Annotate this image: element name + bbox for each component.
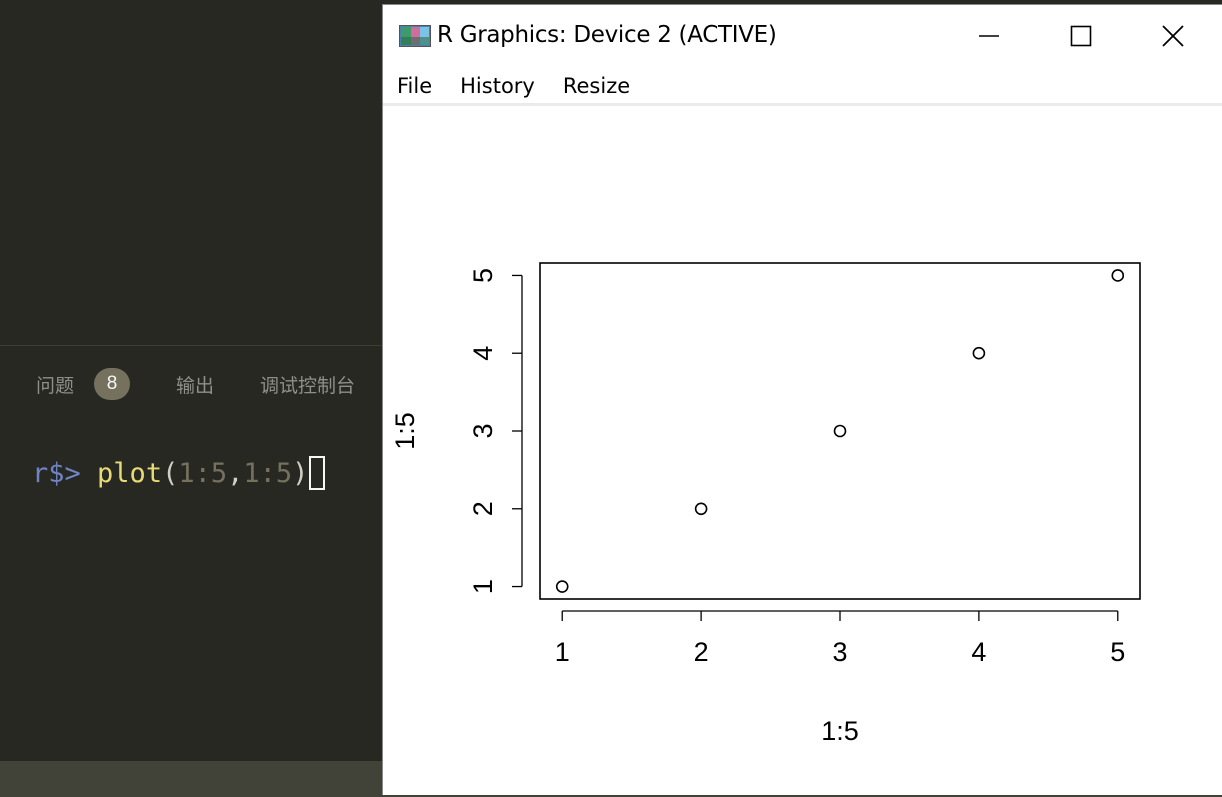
data-point [833, 424, 847, 438]
x-tick-label: 1 [555, 637, 570, 667]
data-point [1111, 269, 1125, 282]
close-button[interactable] [1127, 5, 1219, 67]
terminal-comma: , [227, 457, 244, 489]
menu-file[interactable]: File [383, 74, 446, 98]
minimize-icon [979, 35, 999, 37]
terminal-input-line[interactable]: r$> plot(1:5, 1:5) [32, 454, 326, 492]
tab-problems[interactable]: 问题 8 [36, 368, 131, 400]
data-point [694, 502, 708, 516]
terminal-close-paren: ) [292, 457, 309, 489]
tab-output[interactable]: 输出 [176, 371, 214, 398]
terminal-open-paren: ( [162, 457, 179, 489]
tab-debug-console[interactable]: 调试控制台 [260, 371, 355, 398]
y-tick-label: 2 [468, 501, 498, 516]
window-title: R Graphics: Device 2 (ACTIVE) [437, 22, 777, 48]
tab-problems-label: 问题 [36, 375, 75, 397]
close-icon [1162, 25, 1184, 47]
tab-output-label: 输出 [176, 375, 215, 397]
y-tick-label: 5 [468, 268, 498, 283]
terminal-command: plot [97, 457, 163, 489]
maximize-icon [1070, 25, 1092, 47]
data-point [555, 580, 569, 593]
menu-history[interactable]: History [446, 74, 549, 98]
terminal-prompt: r$> [32, 457, 81, 489]
y-tick-label: 3 [468, 423, 498, 438]
r-graphics-app-icon [399, 25, 431, 47]
y-tick-label: 4 [468, 346, 498, 361]
x-tick-label: 3 [832, 637, 847, 667]
y-axis-label: 1:5 [390, 412, 420, 450]
y-tick-label: 1 [468, 579, 498, 594]
x-tick-label: 5 [1110, 637, 1125, 667]
window-title-bar[interactable]: R Graphics: Device 2 (ACTIVE) [383, 5, 1222, 67]
plot-area: 1 2 3 4 5 1:5 1 2 3 4 5 1:5 [383, 106, 1221, 794]
maximize-button[interactable] [1035, 5, 1127, 67]
data-point [972, 346, 986, 360]
minimize-button[interactable] [943, 5, 1035, 67]
x-tick-label: 4 [971, 637, 986, 667]
terminal-arg-1: 1:5 [178, 457, 228, 489]
r-graphics-window: R Graphics: Device 2 (ACTIVE) File Histo… [382, 4, 1222, 795]
menu-bar: File History Resize [383, 67, 1222, 105]
scatter-plot: 1 2 3 4 5 1:5 1 2 3 4 5 1:5 [390, 262, 1141, 746]
problems-count-badge: 8 [94, 368, 131, 400]
menu-resize[interactable]: Resize [549, 74, 644, 98]
text-cursor [309, 456, 326, 490]
panel-tabs: 问题 8 输出 调试控制台 [36, 368, 401, 400]
x-tick-label: 2 [694, 637, 709, 667]
tab-debug-console-label: 调试控制台 [260, 375, 356, 397]
x-axis-label: 1:5 [821, 716, 859, 746]
terminal-arg-2: 1:5 [243, 457, 293, 489]
plot-frame [539, 262, 1141, 600]
